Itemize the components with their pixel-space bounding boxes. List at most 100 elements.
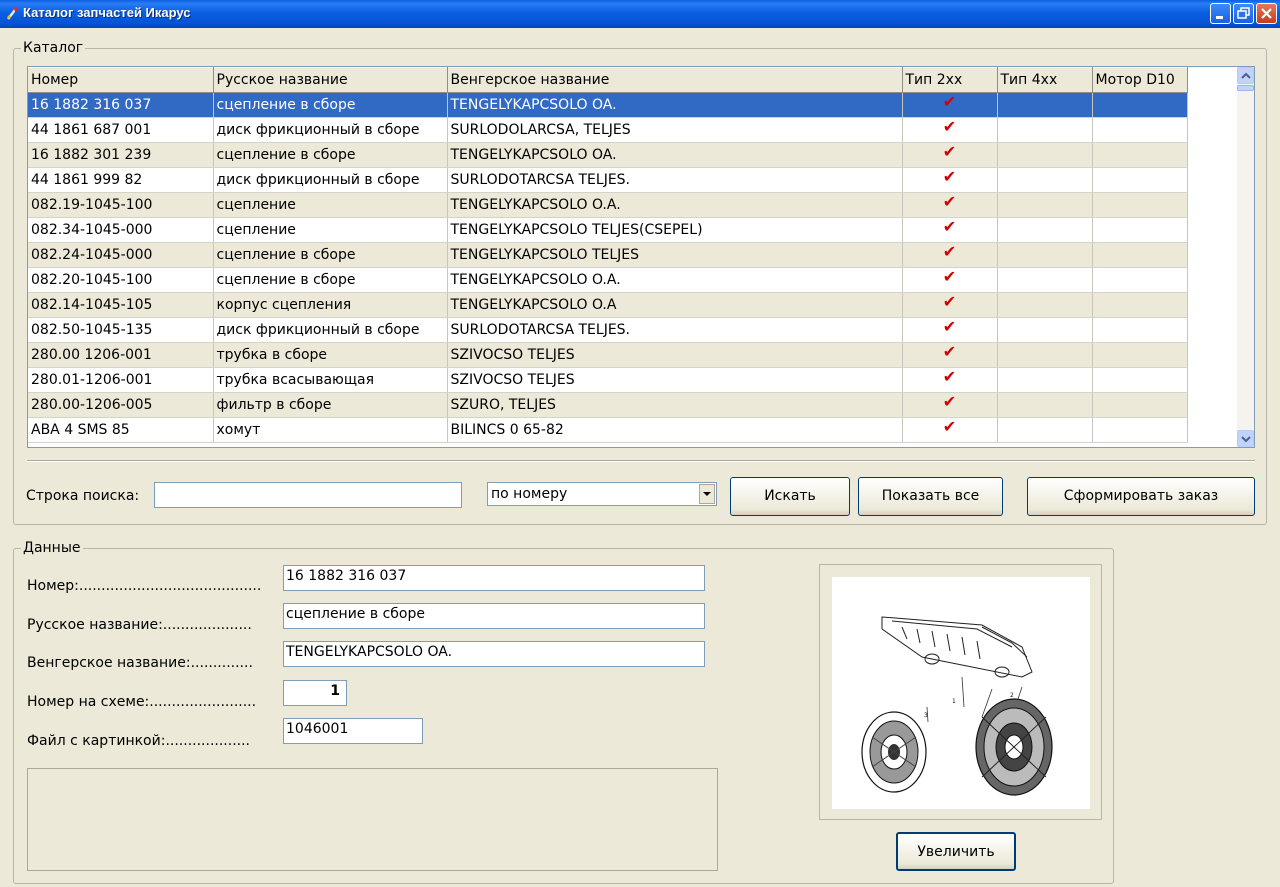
table-row[interactable]: 44 1861 999 82 диск фрикционный в сборе SU…	[28, 167, 1188, 193]
title-bar[interactable]: Каталог запчастей Икарус	[0, 0, 1280, 28]
search-button[interactable]: Искать	[730, 477, 850, 516]
cell-hu-name[interactable]: SURLODOLARCSA, TELJES	[447, 117, 903, 143]
cell-motor-d10[interactable]	[1092, 267, 1188, 293]
cell-type-4xx[interactable]	[997, 317, 1093, 343]
cell-number[interactable]: 280.01-1206-001	[28, 367, 214, 393]
cell-ru-name[interactable]: диск фрикционный в сборе	[213, 167, 448, 193]
table-row[interactable]: 082.14-1045-105 корпус сцепления TENGELYKA…	[28, 292, 1188, 318]
column-header-type-2xx[interactable]: Тип 2хх	[902, 67, 998, 93]
table-row[interactable]: 082.24-1045-000 сцепление в сборе TENGELYK…	[28, 242, 1188, 268]
cell-motor-d10[interactable]	[1092, 142, 1188, 168]
cell-ru-name[interactable]: фильтр в сборе	[213, 392, 448, 418]
cell-type-4xx[interactable]	[997, 117, 1093, 143]
cell-ru-name[interactable]: сцепление в сборе	[213, 242, 448, 268]
cell-hu-name[interactable]: SZIVOCSO TELJES	[447, 342, 903, 368]
dropdown-button[interactable]	[699, 484, 715, 504]
cell-type-2xx[interactable]: ✔	[902, 117, 998, 143]
table-row[interactable]: 280.01-1206-001 трубка всасывающая SZIVOCS…	[28, 367, 1188, 393]
cell-number[interactable]: 082.24-1045-000	[28, 242, 214, 268]
cell-number[interactable]: 280.00-1206-005	[28, 392, 214, 418]
cell-ru-name[interactable]: трубка всасывающая	[213, 367, 448, 393]
cell-motor-d10[interactable]	[1092, 167, 1188, 193]
column-header-motor-d10[interactable]: Мотор D10	[1092, 67, 1188, 93]
cell-number[interactable]: 16 1882 316 037	[28, 92, 214, 118]
cell-ru-name[interactable]: хомут	[213, 417, 448, 443]
cell-type-2xx[interactable]: ✔	[902, 292, 998, 318]
cell-hu-name[interactable]: TENGELYKAPCSOLO OA.	[447, 92, 903, 118]
cell-motor-d10[interactable]	[1092, 317, 1188, 343]
cell-motor-d10[interactable]	[1092, 217, 1188, 243]
cell-ru-name[interactable]: сцепление в сборе	[213, 142, 448, 168]
cell-type-2xx[interactable]: ✔	[902, 192, 998, 218]
cell-hu-name[interactable]: SURLODOTARCSA TELJES.	[447, 317, 903, 343]
cell-type-4xx[interactable]	[997, 192, 1093, 218]
maximize-button[interactable]	[1233, 3, 1254, 24]
search-input[interactable]	[154, 482, 462, 508]
cell-ru-name[interactable]: диск фрикционный в сборе	[213, 117, 448, 143]
cell-number[interactable]: 082.14-1045-105	[28, 292, 214, 318]
cell-type-2xx[interactable]: ✔	[902, 342, 998, 368]
column-header-number[interactable]: Номер	[28, 67, 214, 93]
table-row[interactable]: 16 1882 301 239 сцепление в сборе TENGELYK…	[28, 142, 1188, 168]
cell-type-2xx[interactable]: ✔	[902, 142, 998, 168]
cell-motor-d10[interactable]	[1092, 192, 1188, 218]
cell-motor-d10[interactable]	[1092, 367, 1188, 393]
cell-motor-d10[interactable]	[1092, 417, 1188, 443]
cell-hu-name[interactable]: SZIVOCSO TELJES	[447, 367, 903, 393]
cell-type-4xx[interactable]	[997, 367, 1093, 393]
cell-number[interactable]: ABA 4 SMS 85	[28, 417, 214, 443]
minimize-button[interactable]	[1210, 3, 1231, 24]
cell-type-2xx[interactable]: ✔	[902, 92, 998, 118]
cell-type-4xx[interactable]	[997, 292, 1093, 318]
table-row[interactable]: 082.34-1045-000 сцепление TENGELYKAPCSOLO …	[28, 217, 1188, 243]
cell-type-4xx[interactable]	[997, 342, 1093, 368]
cell-type-4xx[interactable]	[997, 92, 1093, 118]
cell-motor-d10[interactable]	[1092, 92, 1188, 118]
table-row[interactable]: 44 1861 687 001 диск фрикционный в сборе S…	[28, 117, 1188, 143]
search-mode-select[interactable]: по номеру	[487, 482, 717, 506]
table-row[interactable]: 082.19-1045-100 сцепление TENGELYKAPCSOLO …	[28, 192, 1188, 218]
cell-number[interactable]: 44 1861 999 82	[28, 167, 214, 193]
cell-number[interactable]: 16 1882 301 239	[28, 142, 214, 168]
column-header-type-4xx[interactable]: Тип 4хх	[997, 67, 1093, 93]
cell-number[interactable]: 082.34-1045-000	[28, 217, 214, 243]
cell-hu-name[interactable]: TENGELYKAPCSOLO O.A.	[447, 192, 903, 218]
cell-ru-name[interactable]: трубка в сборе	[213, 342, 448, 368]
cell-number[interactable]: 082.19-1045-100	[28, 192, 214, 218]
cell-type-2xx[interactable]: ✔	[902, 167, 998, 193]
cell-hu-name[interactable]: SURLODOTARCSA TELJES.	[447, 167, 903, 193]
cell-hu-name[interactable]: BILINCS 0 65-82	[447, 417, 903, 443]
cell-type-2xx[interactable]: ✔	[902, 217, 998, 243]
cell-motor-d10[interactable]	[1092, 117, 1188, 143]
cell-type-2xx[interactable]: ✔	[902, 417, 998, 443]
cell-ru-name[interactable]: сцепление	[213, 192, 448, 218]
cell-ru-name[interactable]: диск фрикционный в сборе	[213, 317, 448, 343]
cell-motor-d10[interactable]	[1092, 392, 1188, 418]
cell-type-2xx[interactable]: ✔	[902, 392, 998, 418]
cell-ru-name[interactable]: сцепление	[213, 217, 448, 243]
cell-type-4xx[interactable]	[997, 142, 1093, 168]
cell-number[interactable]: 280.00 1206-001	[28, 342, 214, 368]
cell-hu-name[interactable]: TENGELYKAPCSOLO TELJES(CSEPEL)	[447, 217, 903, 243]
scroll-up-button[interactable]	[1237, 67, 1254, 84]
cell-type-4xx[interactable]	[997, 242, 1093, 268]
cell-hu-name[interactable]: TENGELYKAPCSOLO TELJES	[447, 242, 903, 268]
table-row[interactable]: ABA 4 SMS 85 хомут BILINCS 0 65-82 ✔	[28, 417, 1188, 443]
scroll-thumb[interactable]	[1237, 85, 1254, 91]
cell-type-4xx[interactable]	[997, 217, 1093, 243]
cell-hu-name[interactable]: TENGELYKAPCSOLO OA.	[447, 142, 903, 168]
image-file-field[interactable]: 1046001	[283, 718, 423, 744]
column-header-ru-name[interactable]: Русское название	[213, 67, 448, 93]
notes-area[interactable]	[27, 768, 718, 871]
cell-type-2xx[interactable]: ✔	[902, 317, 998, 343]
parts-grid[interactable]: Номер Русское название Венгерское назван…	[27, 66, 1255, 448]
cell-type-2xx[interactable]: ✔	[902, 242, 998, 268]
table-row[interactable]: 16 1882 316 037 сцепление в сборе TENGELYK…	[28, 92, 1188, 118]
number-field[interactable]: 16 1882 316 037	[283, 565, 705, 591]
cell-number[interactable]: 082.50-1045-135	[28, 317, 214, 343]
cell-motor-d10[interactable]	[1092, 342, 1188, 368]
cell-hu-name[interactable]: SZURO, TELJES	[447, 392, 903, 418]
cell-type-2xx[interactable]: ✔	[902, 367, 998, 393]
cell-type-4xx[interactable]	[997, 267, 1093, 293]
cell-type-4xx[interactable]	[997, 392, 1093, 418]
